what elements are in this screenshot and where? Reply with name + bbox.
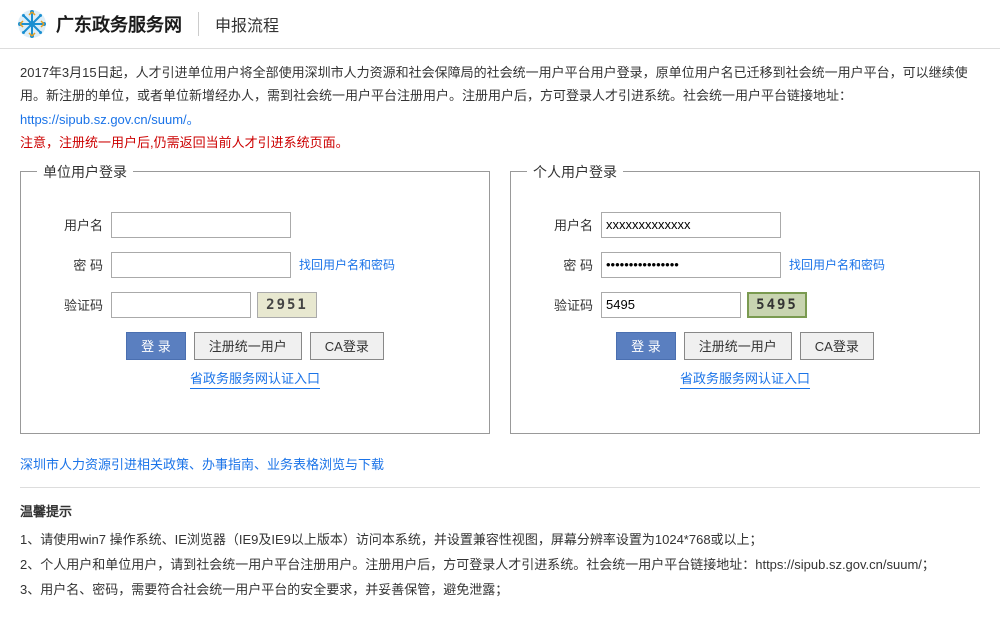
unit-login-button[interactable]: 登 录 bbox=[126, 332, 186, 360]
personal-username-label: 用户名 bbox=[541, 215, 593, 234]
policy-link[interactable]: 深圳市人力资源引进相关政策、办事指南、业务表格浏览与下载 bbox=[20, 457, 384, 472]
personal-ca-button[interactable]: CA登录 bbox=[800, 332, 874, 360]
header-divider bbox=[198, 12, 199, 36]
notice-text: 2017年3月15日起，人才引进单位用户将全部使用深圳市人力资源和社会保障局的社… bbox=[20, 61, 980, 155]
personal-btn-row: 登 录 注册统一用户 CA登录 bbox=[541, 332, 949, 360]
unit-username-input[interactable] bbox=[111, 212, 291, 238]
personal-login-panel: 个人用户登录 用户名 密 码 找回用户名和密码 验证码 5495 登 录 注 bbox=[510, 171, 980, 434]
unit-login-panel: 单位用户登录 用户名 密 码 找回用户名和密码 验证码 2951 登 录 注 bbox=[20, 171, 490, 434]
main-content: 2017年3月15日起，人才引进单位用户将全部使用深圳市人力资源和社会保障局的社… bbox=[0, 49, 1000, 614]
unit-gov-link[interactable]: 省政务服务网认证入口 bbox=[190, 368, 320, 389]
unit-password-row: 密 码 找回用户名和密码 bbox=[51, 252, 459, 278]
personal-username-row: 用户名 bbox=[541, 212, 949, 238]
unit-gov-link-row: 省政务服务网认证入口 bbox=[51, 368, 459, 389]
notice-line1: 2017年3月15日起，人才引进单位用户将全部使用深圳市人力资源和社会保障局的社… bbox=[20, 65, 968, 103]
notice-link[interactable]: https://sipub.sz.gov.cn/suum/。 bbox=[20, 112, 200, 127]
personal-panel-title: 个人用户登录 bbox=[527, 162, 623, 182]
unit-captcha-label: 验证码 bbox=[51, 295, 103, 314]
personal-password-label: 密 码 bbox=[541, 255, 593, 274]
warm-tips-title: 温馨提示 bbox=[20, 500, 980, 525]
unit-password-input[interactable] bbox=[111, 252, 291, 278]
unit-recover-link[interactable]: 找回用户名和密码 bbox=[299, 256, 395, 273]
header-subtitle: 申报流程 bbox=[215, 12, 279, 36]
unit-username-label: 用户名 bbox=[51, 215, 103, 234]
unit-captcha-image[interactable]: 2951 bbox=[257, 292, 317, 318]
header: 广东政务服务网 申报流程 bbox=[0, 0, 1000, 49]
personal-captcha-row: 验证码 5495 bbox=[541, 292, 949, 318]
warm-tip-1: 1、请使用win7 操作系统、IE浏览器（IE9及IE9以上版本）访问本系统，并… bbox=[20, 528, 980, 553]
warm-tip-3: 3、用户名、密码，需要符合社会统一用户平台的安全要求，并妥善保管，避免泄露； bbox=[20, 578, 980, 603]
warm-tips-section: 温馨提示 1、请使用win7 操作系统、IE浏览器（IE9及IE9以上版本）访问… bbox=[20, 500, 980, 603]
logo: 广东政务服务网 bbox=[16, 8, 182, 40]
personal-username-input[interactable] bbox=[601, 212, 781, 238]
warm-tip-2: 2、个人用户和单位用户，请到社会统一用户平台注册用户。注册用户后，方可登录人才引… bbox=[20, 553, 980, 578]
bottom-link-section: 深圳市人力资源引进相关政策、办事指南、业务表格浏览与下载 bbox=[20, 454, 980, 488]
personal-register-button[interactable]: 注册统一用户 bbox=[684, 332, 792, 360]
personal-password-input[interactable] bbox=[601, 252, 781, 278]
login-panels: 单位用户登录 用户名 密 码 找回用户名和密码 验证码 2951 登 录 注 bbox=[20, 171, 980, 434]
personal-gov-link-row: 省政务服务网认证入口 bbox=[541, 368, 949, 389]
unit-captcha-input[interactable] bbox=[111, 292, 251, 318]
unit-password-label: 密 码 bbox=[51, 255, 103, 274]
personal-gov-link[interactable]: 省政务服务网认证入口 bbox=[680, 368, 810, 389]
personal-login-button[interactable]: 登 录 bbox=[616, 332, 676, 360]
personal-password-row: 密 码 找回用户名和密码 bbox=[541, 252, 949, 278]
logo-icon bbox=[16, 8, 48, 40]
unit-username-row: 用户名 bbox=[51, 212, 459, 238]
notice-line2: 注意，注册统一用户后,仍需返回当前人才引进系统页面。 bbox=[20, 135, 349, 150]
personal-captcha-input[interactable] bbox=[601, 292, 741, 318]
personal-captcha-image[interactable]: 5495 bbox=[747, 292, 807, 318]
unit-captcha-row: 验证码 2951 bbox=[51, 292, 459, 318]
logo-text: 广东政务服务网 bbox=[56, 11, 182, 37]
personal-captcha-label: 验证码 bbox=[541, 295, 593, 314]
unit-ca-button[interactable]: CA登录 bbox=[310, 332, 384, 360]
unit-panel-title: 单位用户登录 bbox=[37, 162, 133, 182]
unit-captcha-area: 2951 bbox=[111, 292, 317, 318]
unit-register-button[interactable]: 注册统一用户 bbox=[194, 332, 302, 360]
personal-recover-link[interactable]: 找回用户名和密码 bbox=[789, 256, 885, 273]
personal-captcha-area: 5495 bbox=[601, 292, 807, 318]
unit-btn-row: 登 录 注册统一用户 CA登录 bbox=[51, 332, 459, 360]
